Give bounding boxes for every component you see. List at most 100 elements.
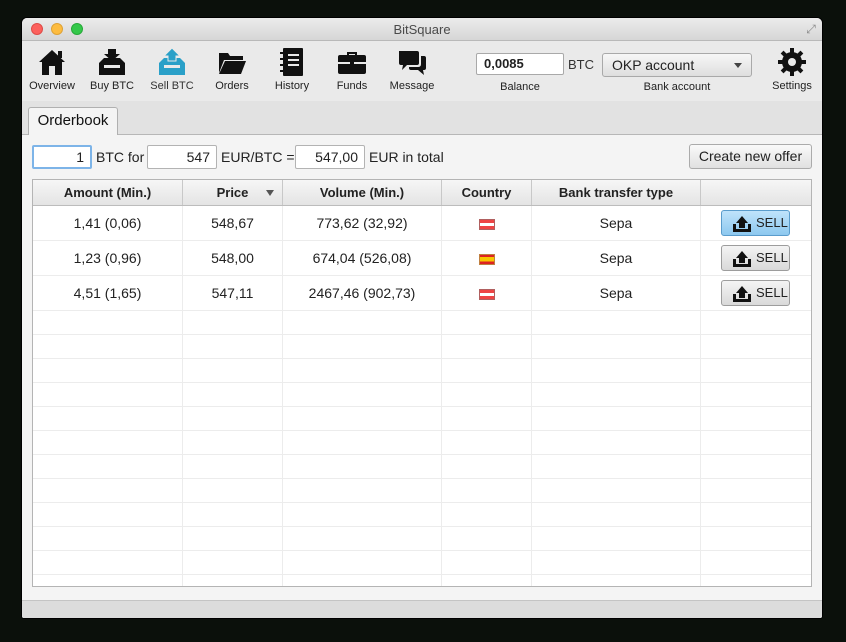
column-header-bank-type[interactable]: Bank transfer type xyxy=(532,180,701,205)
empty-cell xyxy=(701,383,811,407)
toolbar-label: Orders xyxy=(215,80,249,92)
austria-flag-icon xyxy=(478,288,495,300)
empty-table-row xyxy=(33,431,811,455)
empty-cell xyxy=(33,359,183,383)
empty-cell xyxy=(442,359,532,383)
sort-descending-icon xyxy=(266,190,274,196)
empty-cell xyxy=(442,479,532,503)
empty-cell xyxy=(33,383,183,407)
empty-cell xyxy=(33,551,183,575)
column-header-country[interactable]: Country xyxy=(442,180,532,205)
empty-cell xyxy=(532,335,701,359)
toolbar-settings[interactable]: Settings xyxy=(764,46,820,92)
cell-volume: 773,62 (32,92) xyxy=(283,206,442,240)
empty-cell xyxy=(183,431,283,455)
toolbar-history[interactable]: History xyxy=(264,46,320,92)
empty-cell xyxy=(283,335,442,359)
column-header-volume[interactable]: Volume (Min.) xyxy=(283,180,442,205)
table-row[interactable]: 1,41 (0,06) 548,67 773,62 (32,92) Sepa S… xyxy=(33,206,811,241)
cell-volume: 674,04 (526,08) xyxy=(283,241,442,275)
empty-cell xyxy=(33,575,183,586)
empty-table-row xyxy=(33,551,811,575)
empty-cell xyxy=(283,455,442,479)
empty-cell xyxy=(442,551,532,575)
toolbar-buy-btc[interactable]: Buy BTC xyxy=(84,46,140,92)
empty-cell xyxy=(532,455,701,479)
empty-cell xyxy=(442,455,532,479)
empty-cell xyxy=(442,407,532,431)
empty-table-row xyxy=(33,335,811,359)
cell-action: SELL xyxy=(701,276,811,310)
sell-button[interactable]: SELL xyxy=(721,210,790,236)
balance-field[interactable]: 0,0085 xyxy=(476,53,564,75)
chat-icon xyxy=(399,51,426,75)
empty-cell xyxy=(701,311,811,335)
empty-cell xyxy=(33,455,183,479)
austria-flag-icon xyxy=(478,218,495,230)
total-input[interactable]: 547,00 xyxy=(295,145,365,169)
toolbar-label: History xyxy=(274,80,310,92)
fullscreen-icon[interactable]: ⤢ xyxy=(804,22,818,36)
empty-cell xyxy=(183,383,283,407)
table-row[interactable]: 4,51 (1,65) 547,11 2467,46 (902,73) Sepa… xyxy=(33,276,811,311)
empty-cell xyxy=(183,359,283,383)
empty-cell xyxy=(183,479,283,503)
empty-table-row xyxy=(33,503,811,527)
empty-table-row xyxy=(33,479,811,503)
empty-cell xyxy=(442,527,532,551)
price-input[interactable]: 547 xyxy=(147,145,217,169)
empty-cell xyxy=(442,335,532,359)
empty-cell xyxy=(283,575,442,586)
empty-cell xyxy=(33,503,183,527)
empty-cell xyxy=(532,503,701,527)
toolbar-sell-btc[interactable]: Sell BTC xyxy=(144,46,200,92)
buy-btc-icon xyxy=(99,49,125,75)
bank-account-label: Bank account xyxy=(643,81,711,93)
bank-account-value: OKP account xyxy=(612,57,695,73)
create-new-offer-button[interactable]: Create new offer xyxy=(689,144,812,169)
empty-cell xyxy=(183,551,283,575)
table-row[interactable]: 1,23 (0,96) 548,00 674,04 (526,08) Sepa … xyxy=(33,241,811,276)
upload-icon xyxy=(733,286,751,302)
empty-cell xyxy=(283,527,442,551)
empty-cell xyxy=(532,407,701,431)
amount-input[interactable]: 1 xyxy=(32,145,92,169)
empty-cell xyxy=(532,479,701,503)
cell-amount: 4,51 (1,65) xyxy=(33,276,183,310)
upload-icon xyxy=(733,251,751,267)
empty-cell xyxy=(532,311,701,335)
empty-cell xyxy=(532,431,701,455)
column-header-amount[interactable]: Amount (Min.) xyxy=(33,180,183,205)
empty-cell xyxy=(701,575,811,586)
sell-button[interactable]: SELL xyxy=(721,280,790,306)
cell-bank-type: Sepa xyxy=(532,276,701,310)
empty-table-row xyxy=(33,575,811,586)
empty-table-row xyxy=(33,407,811,431)
empty-cell xyxy=(442,575,532,586)
cell-country xyxy=(442,206,532,240)
empty-cell xyxy=(701,359,811,383)
cell-amount: 1,41 (0,06) xyxy=(33,206,183,240)
sell-button[interactable]: SELL xyxy=(721,245,790,271)
balance-label: Balance xyxy=(500,81,540,93)
empty-cell xyxy=(33,527,183,551)
cell-country xyxy=(442,276,532,310)
empty-cell xyxy=(442,431,532,455)
cell-action: SELL xyxy=(701,241,811,275)
tab-strip: Orderbook xyxy=(22,101,822,135)
cell-price: 548,00 xyxy=(183,241,283,275)
empty-cell xyxy=(183,527,283,551)
empty-cell xyxy=(701,335,811,359)
tab-orderbook[interactable]: Orderbook xyxy=(28,107,118,135)
window-title: BitSquare xyxy=(393,22,451,37)
toolbar-overview[interactable]: Overview xyxy=(24,46,80,92)
cell-volume: 2467,46 (902,73) xyxy=(283,276,442,310)
empty-cell xyxy=(33,407,183,431)
column-header-price[interactable]: Price xyxy=(183,180,283,205)
empty-cell xyxy=(183,575,283,586)
bank-account-select[interactable]: OKP account xyxy=(602,53,752,77)
upload-icon xyxy=(733,216,751,232)
toolbar-orders[interactable]: Orders xyxy=(204,46,260,92)
toolbar-funds[interactable]: Funds xyxy=(324,46,380,92)
toolbar-message[interactable]: Message xyxy=(384,46,440,92)
